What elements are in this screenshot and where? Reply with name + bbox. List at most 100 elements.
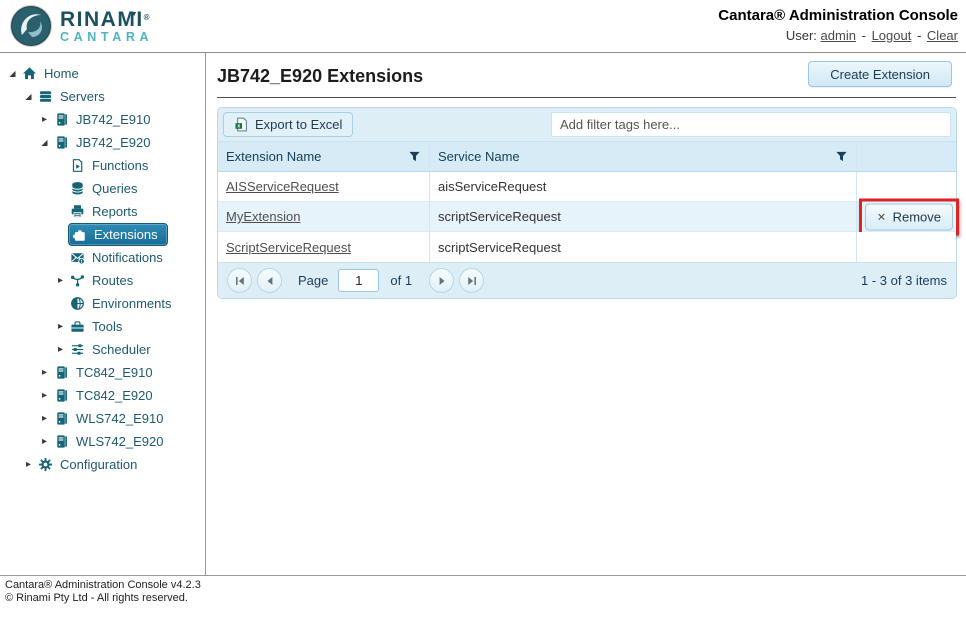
expand-arrow-icon[interactable]: ▸ [53, 269, 68, 292]
expand-arrow-icon[interactable]: ▸ [53, 338, 68, 361]
brand-logo: RINAMI▼® CANTARA [9, 4, 153, 48]
scheduler-icon [69, 342, 86, 358]
collapse-arrow-icon[interactable]: ◢ [5, 62, 20, 85]
sidebar-item-jb742-e920[interactable]: ◢JB742_E920 [0, 131, 205, 154]
sidebar-item-home[interactable]: ◢ Home [0, 62, 205, 85]
navigation-tree: ◢ Home ◢ Servers ▸ JB742_E910 ◢JB742_E920Funct… [0, 53, 206, 575]
server-icon [53, 135, 70, 151]
clear-link[interactable]: Clear [927, 28, 958, 43]
server-icon [53, 411, 70, 427]
expand-arrow-icon[interactable]: ▸ [37, 407, 52, 430]
table-row-scriptservicerequest: ScriptServiceRequest scriptServiceRequest [218, 232, 956, 262]
sidebar-item-label: JB742_E910 [73, 111, 153, 128]
brand-text: RINAMI▼® CANTARA [60, 9, 153, 44]
sidebar-item-label: Tools [89, 318, 125, 335]
last-page-icon [467, 276, 477, 286]
sidebar-item-label: Routes [89, 272, 136, 289]
last-page-button[interactable] [459, 268, 484, 293]
user-name-link[interactable]: admin [821, 28, 856, 43]
sidebar-item-label: WLS742_E920 [73, 433, 166, 450]
sidebar-item-reports[interactable]: Reports [0, 200, 205, 223]
table-row-aisservicerequest: AISServiceRequest aisServiceRequest [218, 172, 956, 202]
sidebar-item-servers[interactable]: ◢ Servers [0, 85, 205, 108]
collapse-arrow-icon[interactable]: ◢ [37, 131, 52, 154]
sidebar-item-label: Notifications [89, 249, 166, 266]
grid-toolbar: x Export to Excel [218, 108, 956, 142]
sidebar-item-jb742-e910[interactable]: ▸ JB742_E910 [0, 108, 205, 131]
action-cell: ×Remove [856, 202, 956, 232]
sidebar-item-notifications[interactable]: Notifications [0, 246, 205, 269]
app-header: RINAMI▼® CANTARA Cantara® Administration… [0, 0, 966, 53]
user-label: User: [786, 28, 817, 43]
extension-link[interactable]: AISServiceRequest [226, 179, 339, 194]
sidebar-item-routes[interactable]: ▸ Routes [0, 269, 205, 292]
filter-tags-input[interactable] [551, 112, 951, 137]
sidebar-item-label: TC842_E920 [73, 387, 156, 404]
sidebar-item-tc842-e920[interactable]: ▸ TC842_E920 [0, 384, 205, 407]
expand-arrow-icon[interactable]: ▸ [37, 384, 52, 407]
column-header-label: Service Name [438, 149, 520, 164]
tools-icon [69, 319, 86, 335]
sidebar-item-tools[interactable]: ▸ Tools [0, 315, 205, 338]
page-of-label: of 1 [390, 273, 412, 288]
title-divider [217, 97, 956, 98]
sidebar-item-label: WLS742_E910 [73, 410, 166, 427]
column-header-actions [856, 142, 956, 172]
service-name-cell: scriptServiceRequest [429, 232, 856, 262]
server-icon [53, 434, 70, 450]
expand-arrow-icon[interactable]: ▸ [21, 453, 36, 476]
servers-icon [37, 89, 54, 105]
expand-arrow-icon[interactable]: ▸ [53, 315, 68, 338]
expand-arrow-icon[interactable]: ▸ [37, 361, 52, 384]
sidebar-item-label: Extensions [91, 226, 161, 243]
create-extension-button[interactable]: Create Extension [808, 61, 952, 87]
items-count-label: 1 - 3 of 3 items [861, 273, 947, 288]
next-page-icon [437, 276, 447, 286]
sidebar-item-label: Reports [89, 203, 141, 220]
sidebar-item-scheduler[interactable]: ▸ Scheduler [0, 338, 205, 361]
page-number-input[interactable] [338, 269, 379, 292]
logout-link[interactable]: Logout [872, 28, 912, 43]
expand-arrow-icon[interactable]: ▸ [37, 430, 52, 453]
service-name-cell: aisServiceRequest [429, 172, 856, 202]
collapse-arrow-icon[interactable]: ◢ [21, 85, 36, 108]
first-page-button[interactable] [227, 268, 252, 293]
notifications-icon [69, 250, 86, 266]
sidebar-item-environments[interactable]: Environments [0, 292, 205, 315]
export-to-excel-button[interactable]: x Export to Excel [223, 112, 353, 137]
extension-link[interactable]: MyExtension [226, 209, 300, 224]
sidebar-item-label: Scheduler [89, 341, 154, 358]
service-name-cell: scriptServiceRequest [429, 202, 856, 232]
sidebar-item-configuration[interactable]: ▸Configuration [0, 453, 205, 476]
sidebar-item-label: Servers [57, 88, 108, 105]
brand-name: RINAMI▼® [60, 9, 153, 30]
pager: Page of 1 1 - 3 of 3 items [218, 262, 956, 298]
sidebar-item-tc842-e910[interactable]: ▸TC842_E910 [0, 361, 205, 384]
rinami-logo-icon [9, 4, 53, 48]
home-icon [21, 66, 38, 82]
sidebar-item-label: Home [41, 65, 82, 82]
server-icon [53, 112, 70, 128]
app-footer: Cantara® Administration Console v4.2.3 ©… [0, 575, 966, 605]
remove-x-icon: × [877, 210, 885, 224]
next-page-button[interactable] [429, 268, 454, 293]
extensions-table: Extension Name Service Name AISServiceReq… [218, 142, 956, 262]
annotation-highlight-box: ×Remove [859, 198, 959, 235]
expand-arrow-icon[interactable]: ▸ [37, 108, 52, 131]
sidebar-item-queries[interactable]: Queries [0, 177, 205, 200]
sidebar-item-functions[interactable]: Functions [0, 154, 205, 177]
sidebar-item-wls742-e920[interactable]: ▸ WLS742_E920 [0, 430, 205, 453]
environments-icon [69, 296, 86, 312]
reports-icon [69, 204, 86, 220]
extension-link[interactable]: ScriptServiceRequest [226, 240, 351, 255]
filter-funnel-icon[interactable] [408, 150, 421, 163]
sidebar-item-wls742-e910[interactable]: ▸ WLS742_E910 [0, 407, 205, 430]
remove-button[interactable]: ×Remove [865, 203, 953, 230]
extensions-grid: x Export to Excel Extension Name Service … [217, 107, 957, 299]
prev-page-button[interactable] [257, 268, 282, 293]
filter-funnel-icon[interactable] [835, 150, 848, 163]
sidebar-item-extensions[interactable]: Extensions [0, 223, 205, 246]
user-line: User: admin - Logout - Clear [718, 28, 958, 43]
column-header-label: Extension Name [226, 149, 321, 164]
functions-icon [69, 158, 86, 174]
